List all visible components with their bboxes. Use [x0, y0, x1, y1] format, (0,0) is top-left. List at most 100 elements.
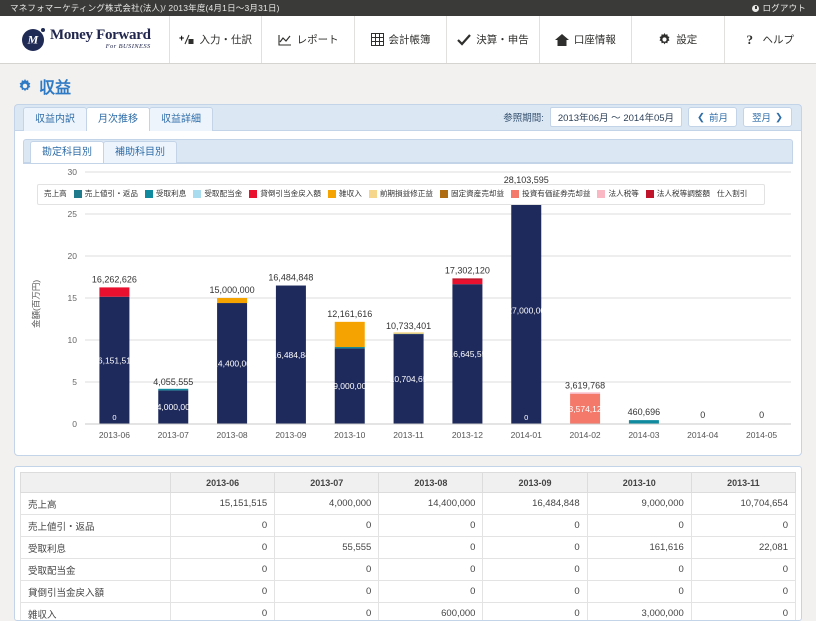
svg-text:12,161,616: 12,161,616	[327, 309, 372, 319]
table-cell: 0	[691, 581, 795, 603]
table-cell: 16,484,848	[483, 493, 587, 515]
main-tabs: 収益内訳 月次推移 収益詳細 参照期間: 2013年06月 〜 2014年05月…	[14, 104, 802, 130]
nav-item-nyuryoku-shiwake[interactable]: + 入力・仕訳	[170, 16, 262, 63]
chart-legend-items: 売上高売上値引・返品 受取利息受取配当金貸倒引当金戻入額雑収入 前期損益修正益固定資…	[44, 188, 758, 200]
next-month-button[interactable]: 翌月 ❯	[743, 107, 792, 127]
power-icon	[752, 5, 759, 12]
table-header-row: 2013-06 2013-07 2013-08 2013-09 2013-10 …	[21, 473, 796, 493]
legend-item[interactable]: 前期損益修正益	[369, 188, 433, 200]
table-col-header: 2013-08	[379, 473, 483, 493]
legend-item[interactable]: 売上値引・返品	[74, 188, 138, 200]
svg-text:金額(百万円): 金額(百万円)	[31, 280, 41, 328]
svg-text:2013-11: 2013-11	[393, 430, 424, 440]
data-table-panel: 2013-06 2013-07 2013-08 2013-09 2013-10 …	[14, 466, 802, 621]
nav-item-kessan-shinkoku[interactable]: 決算・申告	[447, 16, 539, 63]
table-col-header: 2013-07	[275, 473, 379, 493]
tab-shueki-shousai[interactable]: 収益詳細	[149, 107, 213, 131]
legend-item[interactable]: 法人税等調整額	[646, 188, 710, 200]
table-cell: 0	[691, 559, 795, 581]
svg-text:10,704,65: 10,704,65	[390, 374, 428, 384]
svg-text:20: 20	[68, 251, 78, 261]
svg-text:16,484,84: 16,484,84	[272, 350, 310, 360]
legend-item[interactable]: 売上高	[44, 188, 67, 200]
legend-label: 仕入割引	[717, 188, 747, 200]
tab-getsuji-suii[interactable]: 月次推移	[86, 107, 150, 131]
table-cell: 10,704,654	[691, 493, 795, 515]
page-header: 収益	[0, 64, 816, 104]
chevron-left-icon: ❮	[697, 112, 705, 123]
table-col-header: 2013-10	[587, 473, 691, 493]
table-cell: 0	[587, 515, 691, 537]
top-utility-bar: マネフォマーケティング株式会社(法人)/ 2013年度(4月1日〜3月31日) …	[0, 0, 816, 16]
legend-item[interactable]: 仕入割引	[717, 188, 747, 200]
legend-swatch	[369, 190, 377, 198]
legend-item[interactable]: 貸倒引当金戻入額	[249, 188, 321, 200]
svg-text:2014-05: 2014-05	[746, 430, 777, 440]
legend-item[interactable]: 受取利息	[145, 188, 186, 200]
legend-item[interactable]: 受取配当金	[193, 188, 242, 200]
legend-swatch	[328, 190, 336, 198]
nav-item-kouza-jouhou[interactable]: 口座情報	[540, 16, 632, 63]
subtab-hojo-kamoku[interactable]: 補助科目別	[103, 141, 177, 163]
nav-item-help[interactable]: ? ヘルプ	[725, 16, 816, 63]
svg-text:15,000,000: 15,000,000	[210, 285, 255, 295]
nav-label: 入力・仕訳	[199, 32, 252, 47]
svg-text:0: 0	[700, 410, 705, 420]
table-cell: 0	[171, 581, 275, 603]
nav-item-kaikei-chobo[interactable]: 会計帳簿	[355, 16, 447, 63]
table-cell: 0	[379, 581, 483, 603]
svg-text:14,400,00: 14,400,00	[213, 359, 251, 369]
table-cell: 0	[171, 515, 275, 537]
prev-month-button[interactable]: ❮ 前月	[688, 107, 737, 127]
table-cell: 0	[691, 515, 795, 537]
legend-swatch	[145, 190, 153, 198]
svg-text:10: 10	[68, 335, 78, 345]
table-cell: 0	[587, 559, 691, 581]
table-body: 売上高15,151,5154,000,00014,400,00016,484,8…	[21, 493, 796, 621]
svg-text:16,645,55: 16,645,55	[449, 349, 487, 359]
nav-item-report[interactable]: レポート	[262, 16, 354, 63]
table-cell: 0	[171, 537, 275, 559]
logout-button[interactable]: ログアウト	[752, 2, 806, 14]
table-cell: 22,081	[691, 537, 795, 559]
svg-text:0: 0	[524, 413, 528, 422]
table-cell: 0	[379, 537, 483, 559]
money-forward-logo-icon	[22, 29, 44, 51]
prev-month-label: 前月	[709, 110, 728, 124]
nav-label: 決算・申告	[476, 32, 529, 47]
table-col-header: 2013-11	[691, 473, 795, 493]
svg-text:15: 15	[68, 293, 78, 303]
tab-shueki-uchiwake[interactable]: 収益内訳	[23, 107, 87, 131]
gear-icon	[18, 79, 32, 93]
sub-tabs: 勘定科目別 補助科目別	[23, 139, 793, 163]
table-cell: 0	[483, 559, 587, 581]
legend-swatch	[597, 190, 605, 198]
svg-text:16,484,848: 16,484,848	[268, 273, 313, 283]
table-cell: 3,000,000	[587, 603, 691, 621]
grid-icon	[371, 33, 384, 46]
legend-item[interactable]: 雑収入	[328, 188, 362, 200]
nav-label: ヘルプ	[762, 32, 794, 47]
svg-text:10,733,401: 10,733,401	[386, 321, 431, 331]
table-cell: 0	[483, 581, 587, 603]
table-cell: 0	[171, 603, 275, 621]
legend-item[interactable]: 固定資産売却益	[440, 188, 504, 200]
table-cell: 600,000	[379, 603, 483, 621]
nav-item-settings[interactable]: 設定	[632, 16, 724, 63]
table-row-label: 受取利息	[21, 537, 171, 559]
global-navigation: Money Forward For BUSINESS + 入力・仕訳 レポート …	[0, 16, 816, 64]
svg-text:3,619,768: 3,619,768	[565, 381, 605, 391]
logout-label: ログアウト	[762, 2, 806, 14]
subtab-kanjou-kamoku[interactable]: 勘定科目別	[30, 141, 104, 163]
table-cell: 0	[275, 559, 379, 581]
legend-item[interactable]: 投資有価証券売却益	[511, 188, 590, 200]
brand-logo[interactable]: Money Forward For BUSINESS	[0, 16, 170, 63]
svg-text:17,302,120: 17,302,120	[445, 266, 490, 276]
svg-text:27,000,00: 27,000,00	[507, 306, 545, 316]
period-value[interactable]: 2013年06月 〜 2014年05月	[550, 107, 682, 127]
legend-label: 前期損益修正益	[380, 188, 433, 200]
table-cell: 0	[587, 581, 691, 603]
legend-item[interactable]: 法人税等	[597, 188, 638, 200]
legend-label: 受取利息	[156, 188, 186, 200]
brand-subtitle: For BUSINESS	[50, 44, 151, 51]
